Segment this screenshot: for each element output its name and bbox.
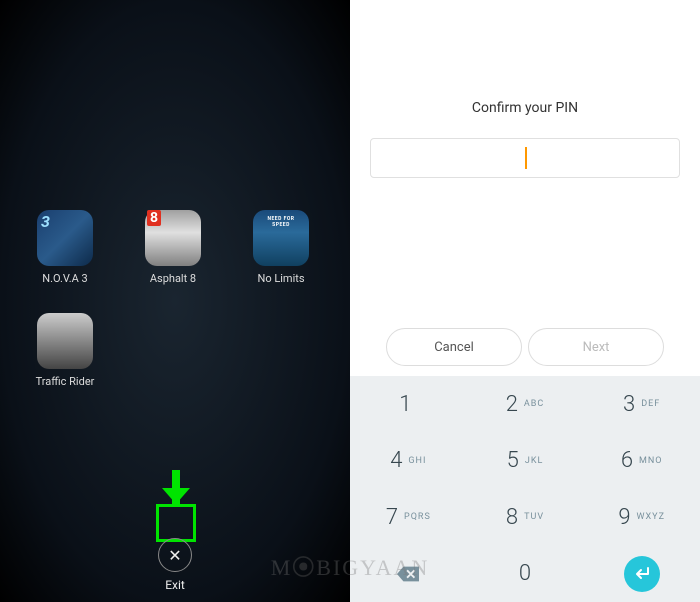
annotation-arrow — [156, 504, 196, 542]
game-folder-screen: N.O.V.A 3 Asphalt 8 No Limits Traffic Ri… — [0, 0, 350, 602]
key-5[interactable]: 5JKL — [467, 433, 584, 490]
exit-label: Exit — [165, 578, 185, 592]
key-backspace[interactable] — [350, 546, 467, 602]
app-asphalt8[interactable]: Asphalt 8 — [138, 210, 208, 285]
enter-icon — [624, 556, 660, 592]
text-cursor — [525, 147, 527, 169]
key-enter[interactable] — [583, 546, 700, 602]
app-label: Asphalt 8 — [150, 272, 196, 285]
key-9[interactable]: 9WXYZ — [583, 489, 700, 546]
app-nova3[interactable]: N.O.V.A 3 — [30, 210, 100, 285]
traffic-icon — [37, 313, 93, 369]
key-2[interactable]: 2ABC — [467, 376, 584, 433]
asphalt-icon — [145, 210, 201, 266]
app-nolimits[interactable]: No Limits — [246, 210, 316, 285]
app-label: No Limits — [257, 272, 304, 285]
key-0[interactable]: 0 — [467, 546, 584, 602]
exit-button[interactable]: ✕ — [158, 538, 192, 572]
numeric-keypad: 1 2ABC 3DEF 4GHI 5JKL 6MNO 7PQRS 8TUV 9W… — [350, 376, 700, 602]
exit-container: ✕ Exit — [0, 538, 350, 592]
app-label: Traffic Rider — [36, 375, 95, 388]
key-1[interactable]: 1 — [350, 376, 467, 433]
key-7[interactable]: 7PQRS — [350, 489, 467, 546]
app-label: N.O.V.A 3 — [42, 272, 87, 285]
pin-heading: Confirm your PIN — [370, 100, 680, 116]
pin-confirm-screen: Confirm your PIN Cancel Next 1 2ABC 3DEF… — [350, 0, 700, 602]
key-4[interactable]: 4GHI — [350, 433, 467, 490]
app-grid: N.O.V.A 3 Asphalt 8 No Limits Traffic Ri… — [30, 210, 330, 388]
pin-input[interactable] — [370, 138, 680, 178]
key-3[interactable]: 3DEF — [583, 376, 700, 433]
pin-top-section: Confirm your PIN Cancel Next — [350, 0, 700, 376]
next-button[interactable]: Next — [528, 328, 664, 366]
key-8[interactable]: 8TUV — [467, 489, 584, 546]
close-icon: ✕ — [168, 546, 181, 565]
action-row: Cancel Next — [370, 328, 680, 376]
nova-icon — [37, 210, 93, 266]
nfs-icon — [253, 210, 309, 266]
app-trafficrider[interactable]: Traffic Rider — [30, 313, 100, 388]
key-6[interactable]: 6MNO — [583, 433, 700, 490]
backspace-icon — [397, 566, 419, 582]
cancel-button[interactable]: Cancel — [386, 328, 522, 366]
